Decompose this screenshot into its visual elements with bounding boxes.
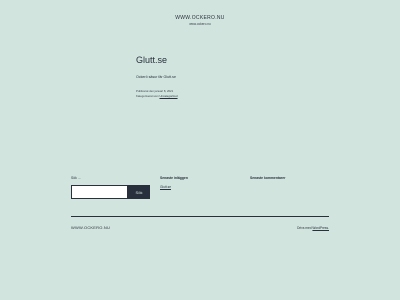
powered-by: Drivs med WordPress. [297,226,329,231]
footer-site-title-link[interactable]: WWW.OCKERO.NU [71,225,110,231]
site-description: www.ockero.nu [189,22,211,26]
search-button[interactable]: Sök [128,185,150,199]
search-input[interactable] [71,185,128,199]
recent-posts-title: Senaste inläggen [160,176,188,180]
post-entry: Glutt.se Ockerö säsur fär Glutt.se Publi… [136,54,276,98]
post-excerpt: Ockerö säsur fär Glutt.se [136,75,176,79]
footer-divider [71,216,329,217]
post-category-prefix: Kategoriserat som [136,93,159,98]
post-title-link[interactable]: Glutt.se [136,54,276,66]
powered-prefix: Drivs med [297,226,312,230]
post-category-line: Kategoriserat som Uncategorized [136,94,276,99]
site-title-link[interactable]: WWW.OCKERO.NU [0,15,400,22]
site-header: WWW.OCKERO.NU www.ockero.nu [0,15,400,27]
recent-posts-widget: Senaste inläggen Glutt.se [160,176,240,190]
recent-post-link[interactable]: Glutt.se [160,185,240,190]
wordpress-link[interactable]: WordPress. [312,226,329,230]
search-form: Sök [71,185,151,199]
recent-comments-title: Senaste kommentarer [250,176,286,180]
search-label: Sök ... [71,176,81,180]
recent-comments-widget: Senaste kommentarer [250,176,330,181]
post-meta: Publicerat den januari 8, 2021 Kategoris… [136,89,276,98]
search-widget: Sök ... Sök [71,176,151,199]
post-category-link[interactable]: Uncategorized [159,94,177,98]
